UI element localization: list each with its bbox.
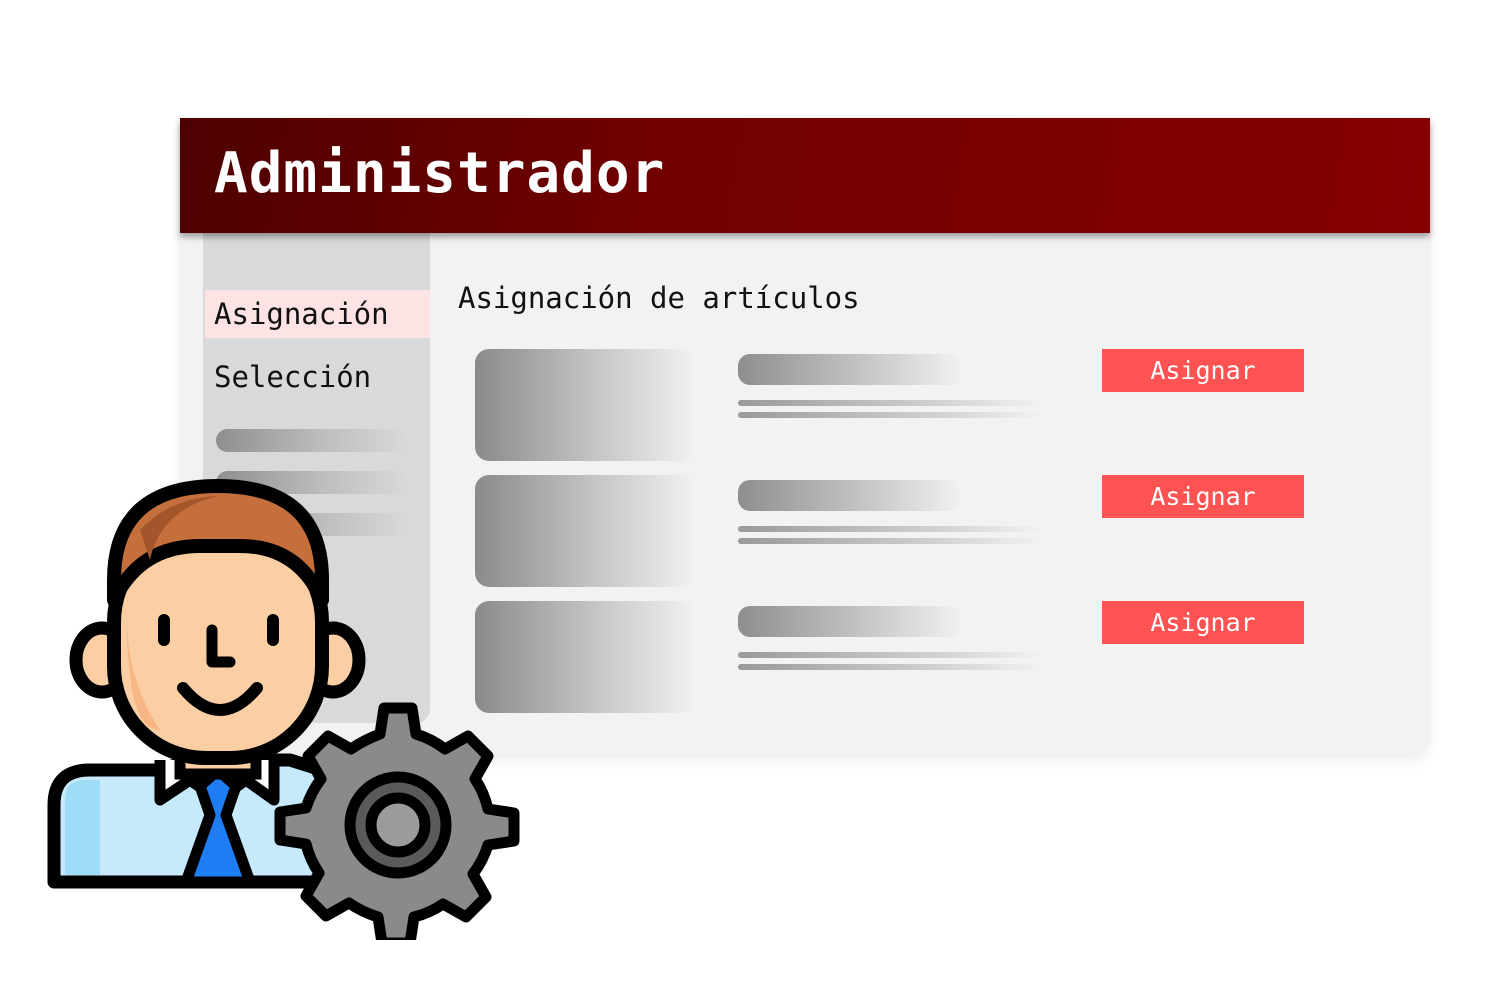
assign-button[interactable]: Asignar	[1102, 475, 1304, 518]
item-title-placeholder	[738, 354, 963, 385]
item-title-placeholder	[738, 606, 963, 637]
page: Administrador Asignación Selección Asign…	[0, 0, 1500, 1000]
sidebar-item-seleccion[interactable]: Selección	[205, 353, 430, 401]
assign-button[interactable]: Asignar	[1102, 349, 1304, 392]
assign-button[interactable]: Asignar	[1102, 601, 1304, 644]
sidebar-item-asignacion[interactable]: Asignación	[205, 290, 430, 338]
item-text-placeholder	[738, 538, 1043, 544]
list-item: Asignar	[475, 349, 1315, 461]
admin-user-icon	[47, 479, 520, 949]
item-text-placeholder	[738, 526, 1043, 532]
gear-icon	[274, 702, 520, 949]
item-thumbnail-placeholder	[475, 349, 697, 461]
list-item: Asignar	[475, 601, 1315, 713]
app-title: Administrador	[214, 141, 666, 206]
item-text-placeholder	[738, 652, 1043, 658]
list-item: Asignar	[475, 475, 1315, 587]
admin-avatar-illustration	[40, 470, 520, 949]
item-text-placeholder	[738, 412, 1043, 418]
header-bar: Administrador	[180, 118, 1430, 233]
item-text-placeholder	[738, 400, 1043, 406]
item-title-placeholder	[738, 480, 963, 511]
page-title: Asignación de artículos	[458, 281, 860, 315]
item-text-placeholder	[738, 664, 1043, 670]
sidebar-placeholder-bar	[216, 429, 408, 452]
